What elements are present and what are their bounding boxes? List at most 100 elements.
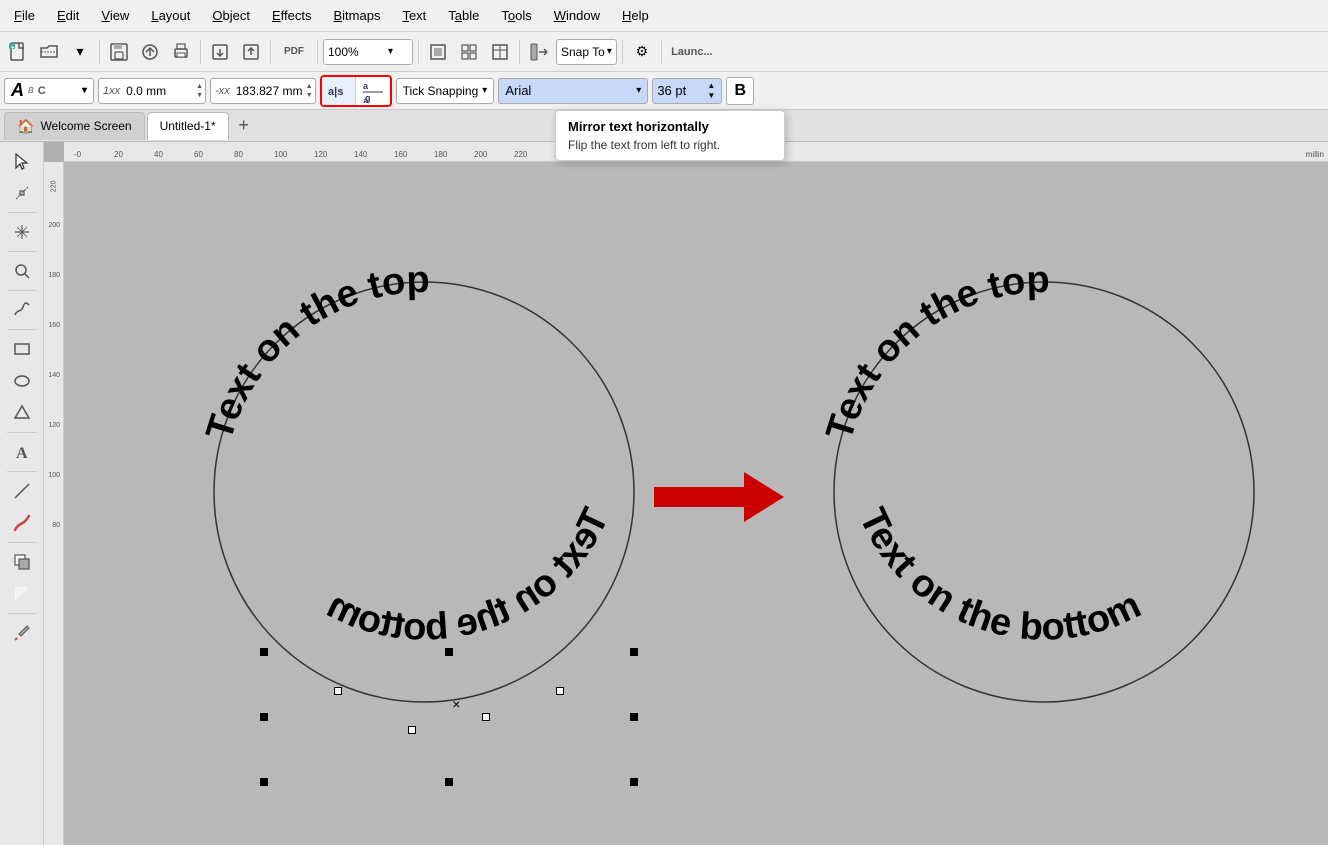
- font-size-group: 36 pt ▲ ▼: [652, 78, 722, 104]
- y-coord-group: -xx 183.827 mm ▲▼: [210, 78, 316, 104]
- font-preview: A B C ▾: [4, 78, 94, 104]
- tab-welcome[interactable]: 🏠 Welcome Screen: [4, 112, 145, 140]
- menu-bitmaps[interactable]: Bitmaps: [323, 4, 390, 27]
- toolbar-sep-5: [418, 40, 419, 64]
- menu-file[interactable]: File: [4, 4, 45, 27]
- lt-sep-6: [7, 471, 37, 472]
- tick-snapping-chevron: ▾: [482, 85, 487, 96]
- tab-document[interactable]: Untitled-1*: [147, 112, 229, 140]
- rectangle-tool[interactable]: [5, 334, 39, 364]
- node-tool[interactable]: [5, 178, 39, 208]
- tab-add-button[interactable]: +: [231, 113, 257, 139]
- menu-text[interactable]: Text: [392, 4, 436, 27]
- toolbar-sep-6: [519, 40, 520, 64]
- eyedropper-tool[interactable]: [5, 618, 39, 648]
- view-grid-button[interactable]: [455, 38, 483, 66]
- pdf-button[interactable]: PDF: [276, 38, 312, 66]
- lt-sep-3: [7, 290, 37, 291]
- ellipse-tool[interactable]: [5, 366, 39, 396]
- menu-help[interactable]: Help: [612, 4, 659, 27]
- zoom-dropdown-button[interactable]: ▾: [388, 46, 393, 57]
- snap-to-dropdown[interactable]: Snap To ▾: [556, 39, 617, 65]
- x-coord-input[interactable]: 0.0 mm: [124, 84, 194, 98]
- menu-view[interactable]: View: [91, 4, 139, 27]
- toolbar-sep-4: [317, 40, 318, 64]
- x-stepper[interactable]: ▲▼: [194, 82, 205, 100]
- mirror-vertical-button[interactable]: a g g: [356, 77, 390, 105]
- main-area: A -0 20 40: [0, 142, 1328, 845]
- menu-tools[interactable]: Tools: [491, 4, 541, 27]
- calligraphy-tool[interactable]: [5, 508, 39, 538]
- svg-text:Text on the bottom: Text on the bottom: [321, 502, 617, 649]
- line-tool[interactable]: [5, 476, 39, 506]
- handle-tr: [630, 648, 638, 656]
- svg-text:a|s: a|s: [328, 86, 343, 98]
- toolbar2: A B C ▾ 1xx 0.0 mm ▲▼ -xx 183.827 mm ▲▼ …: [0, 72, 1328, 110]
- settings-button[interactable]: ⚙: [628, 38, 656, 66]
- toolbar-sep-7: [622, 40, 623, 64]
- font-family-select[interactable]: Arial ▾: [498, 78, 648, 104]
- font-size-input[interactable]: 36 pt: [657, 83, 707, 98]
- handle-path-1: [334, 687, 342, 695]
- select-tool[interactable]: [5, 146, 39, 176]
- home-icon: 🏠: [17, 118, 34, 135]
- canvas-page-2: Text on the top Text on the bottom: [824, 172, 1274, 792]
- menu-effects[interactable]: Effects: [262, 4, 322, 27]
- canvas-area: -0 20 40 60 80 100 120 140 160 180 200 2…: [44, 142, 1328, 845]
- lt-sep-4: [7, 329, 37, 330]
- font-size-stepper[interactable]: ▲ ▼: [707, 81, 715, 101]
- view-full-button[interactable]: [424, 38, 452, 66]
- svg-text:+: +: [11, 45, 15, 51]
- text-tool[interactable]: A: [5, 437, 39, 467]
- arrow-svg: [654, 472, 784, 522]
- freehand-tool[interactable]: [5, 295, 39, 325]
- handle-path-2: [408, 726, 416, 734]
- shadow-tool[interactable]: [5, 547, 39, 577]
- menu-table[interactable]: Table: [438, 4, 489, 27]
- snap-to-label: Snap To: [561, 45, 605, 59]
- toolbar1: + ▾ PDF 100% ▾ Sn: [0, 32, 1328, 72]
- font-family-value: Arial: [505, 83, 632, 98]
- polygon-tool[interactable]: [5, 398, 39, 428]
- handle-path-3: [482, 713, 490, 721]
- toolbar-sep-2: [200, 40, 201, 64]
- y-label: -xx: [211, 85, 234, 97]
- transparency-tool[interactable]: [5, 579, 39, 609]
- tick-snapping-button[interactable]: Tick Snapping ▾: [396, 78, 495, 104]
- transform-tool[interactable]: [5, 217, 39, 247]
- tooltip: Mirror text horizontally Flip the text f…: [555, 110, 785, 161]
- export-button[interactable]: [237, 38, 265, 66]
- y-coord-input[interactable]: 183.827 mm: [234, 84, 304, 98]
- menu-window[interactable]: Window: [544, 4, 610, 27]
- toolbar-sep-1: [99, 40, 100, 64]
- draw-area: Text on the top Text on the bottom: [64, 162, 1328, 845]
- zoom-input[interactable]: 100%: [328, 45, 388, 59]
- new-document-button[interactable]: +: [4, 38, 32, 66]
- canvas-page-1: Text on the top Text on the bottom: [204, 172, 654, 792]
- view-table-button[interactable]: [486, 38, 514, 66]
- bold-button[interactable]: B: [726, 77, 754, 105]
- publish-button[interactable]: [136, 38, 164, 66]
- font-dropdown-arrow[interactable]: ▾: [82, 85, 87, 96]
- handle-br: [630, 778, 638, 786]
- zoom-tool[interactable]: [5, 256, 39, 286]
- menu-edit[interactable]: Edit: [47, 4, 89, 27]
- print-button[interactable]: [167, 38, 195, 66]
- mirror-horizontal-button[interactable]: a|s: [322, 77, 356, 105]
- y-stepper[interactable]: ▲▼: [304, 82, 315, 100]
- launch-button[interactable]: Launc...: [667, 38, 717, 66]
- left-toolbar: A: [0, 142, 44, 845]
- svg-text:A: A: [16, 445, 28, 461]
- x-label: 1xx: [99, 85, 124, 97]
- save-button[interactable]: [105, 38, 133, 66]
- toolbar-sep-8: [661, 40, 662, 64]
- open-button[interactable]: [35, 38, 63, 66]
- open-dropdown-button[interactable]: ▾: [66, 38, 94, 66]
- menu-object[interactable]: Object: [202, 4, 260, 27]
- snap-btn[interactable]: [525, 38, 553, 66]
- tab-welcome-label: Welcome Screen: [40, 119, 131, 133]
- menu-layout[interactable]: Layout: [141, 4, 200, 27]
- handle-mr: [630, 713, 638, 721]
- import-button[interactable]: [206, 38, 234, 66]
- handle-ml: [260, 713, 268, 721]
